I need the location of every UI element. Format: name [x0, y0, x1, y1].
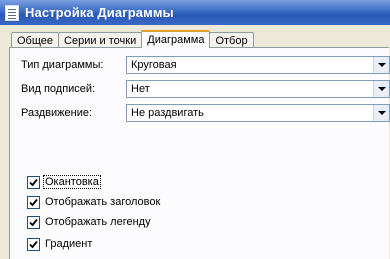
- show-title-checkbox-row[interactable]: Отображать заголовок: [27, 194, 161, 210]
- tab-general[interactable]: Общее: [11, 32, 60, 48]
- chart-type-select[interactable]: Круговая: [126, 56, 390, 74]
- show-title-checkbox-label: Отображать заголовок: [45, 196, 161, 208]
- labels-view-value: Нет: [131, 83, 150, 95]
- show-legend-checkbox-label: Отображать легенду: [45, 216, 151, 228]
- show-legend-checkbox-row[interactable]: Отображать легенду: [27, 214, 152, 230]
- border-checkbox-label: Окантовка: [43, 175, 101, 189]
- document-icon: [5, 4, 19, 21]
- checkmark-icon: [29, 218, 38, 226]
- tab-panel-chart: Тип диаграммы: Круговая Вид подписей: Не…: [9, 47, 390, 259]
- chevron-down-icon[interactable]: [373, 81, 389, 97]
- labels-view-select[interactable]: Нет: [126, 80, 390, 98]
- tab-chart[interactable]: Диаграмма: [141, 30, 211, 48]
- chevron-down-icon[interactable]: [373, 57, 389, 73]
- chart-type-value: Круговая: [131, 59, 177, 71]
- explode-label: Раздвижение:: [21, 107, 93, 119]
- window-title: Настройка Диаграммы: [25, 5, 174, 20]
- labels-view-label: Вид подписей:: [21, 83, 96, 95]
- show-legend-checkbox[interactable]: [27, 215, 40, 229]
- chevron-down-icon[interactable]: [373, 105, 389, 121]
- gradient-checkbox-row[interactable]: Градиент: [27, 236, 93, 252]
- checkmark-icon: [29, 178, 38, 186]
- explode-select[interactable]: Не раздвигать: [126, 104, 390, 122]
- labels-view-row: Вид подписей: Нет: [21, 80, 390, 98]
- explode-value: Не раздвигать: [131, 107, 204, 119]
- checkmark-icon: [29, 198, 38, 206]
- gradient-checkbox-label: Градиент: [45, 238, 93, 250]
- checkmark-icon: [29, 240, 38, 248]
- chart-type-label: Тип диаграммы:: [21, 59, 104, 71]
- explode-row: Раздвижение: Не раздвигать: [21, 104, 390, 122]
- border-checkbox[interactable]: [27, 175, 40, 189]
- chart-type-row: Тип диаграммы: Круговая: [21, 56, 390, 74]
- title-bar: Настройка Диаграммы: [0, 0, 390, 25]
- gradient-checkbox[interactable]: [27, 237, 40, 251]
- tab-strip: Общее Серии и точки Диаграмма Отбор: [11, 30, 254, 48]
- show-title-checkbox[interactable]: [27, 195, 40, 209]
- border-checkbox-row[interactable]: Окантовка: [27, 174, 101, 190]
- tab-series-and-points[interactable]: Серии и точки: [58, 32, 143, 48]
- tab-filter[interactable]: Отбор: [209, 32, 254, 48]
